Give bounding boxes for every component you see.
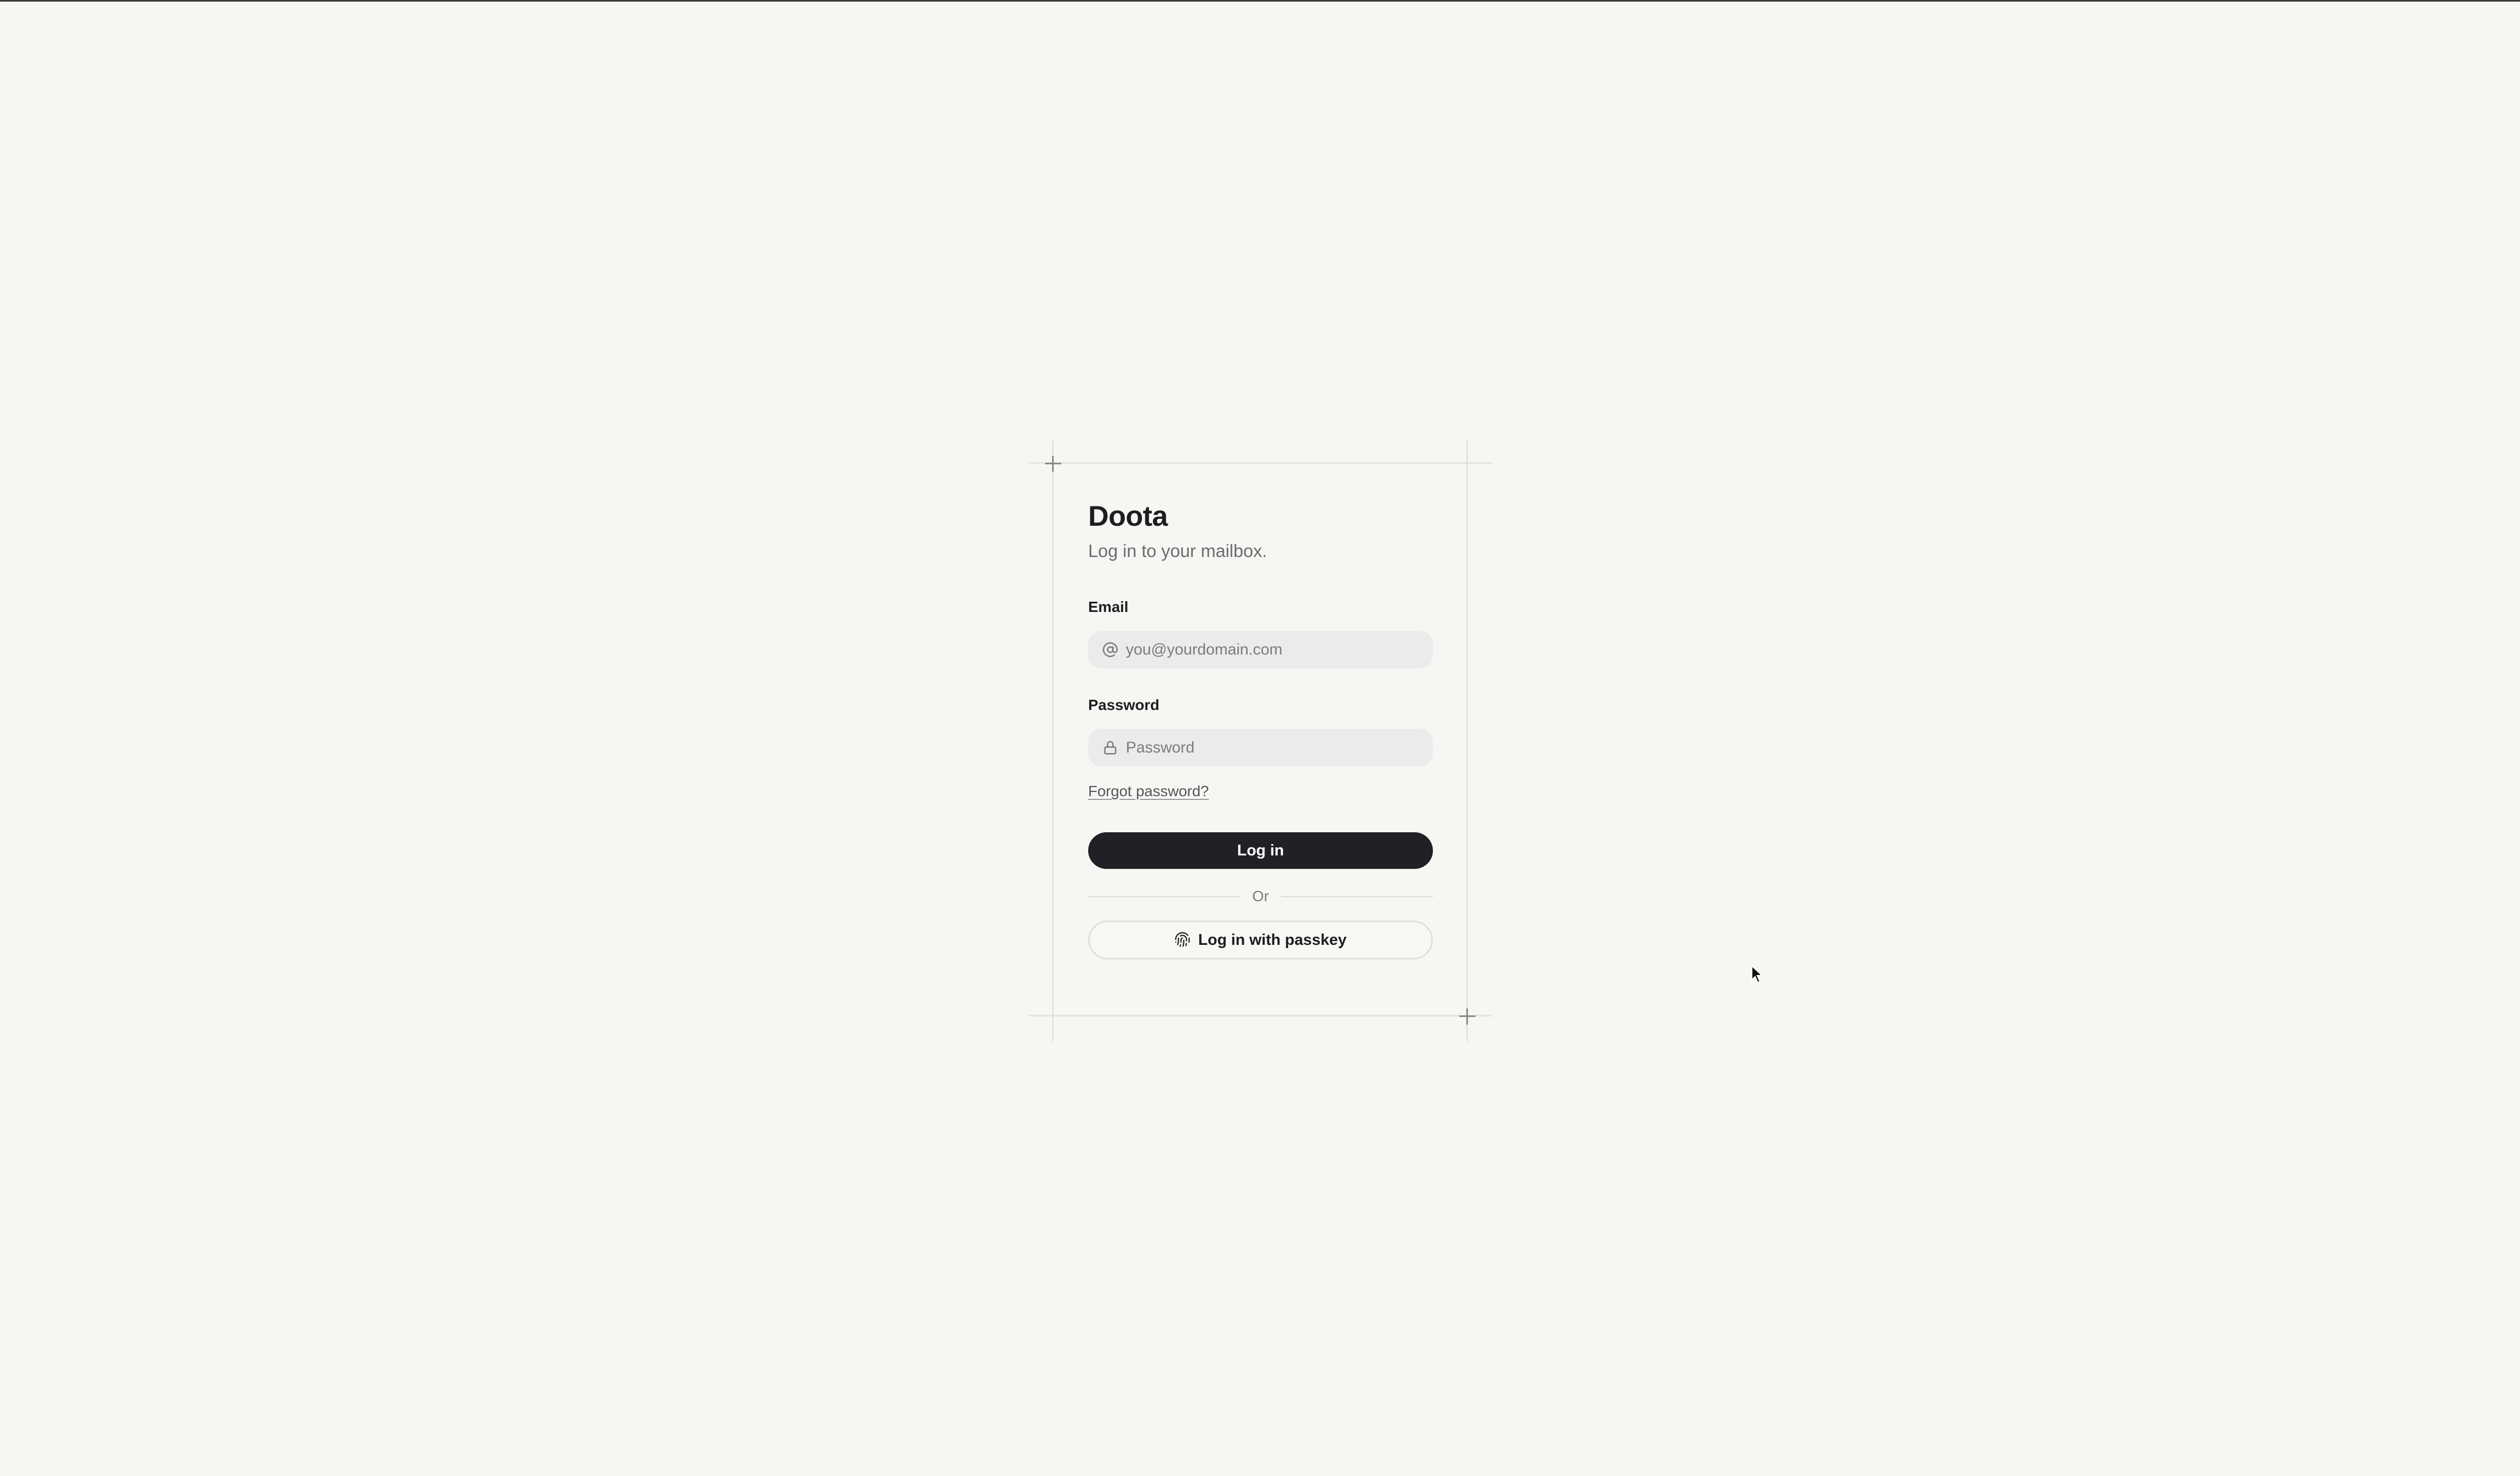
email-field[interactable]: [1126, 640, 1420, 659]
bottom-right-plus-icon: [1459, 1008, 1475, 1025]
login-subtitle: Log in to your mailbox.: [1088, 541, 1268, 561]
at-icon: [1101, 640, 1119, 659]
passkey-button-label: Log in with passkey: [1198, 931, 1347, 949]
divider-text: Or: [1252, 888, 1269, 904]
password-label: Password: [1088, 697, 1160, 713]
right-guide-line: [1466, 441, 1468, 1041]
password-field-wrapper[interactable]: [1088, 729, 1433, 767]
passkey-login-button[interactable]: Log in with passkey: [1088, 921, 1433, 959]
bottom-guide-line: [1029, 1015, 1492, 1017]
top-guide-line: [1029, 462, 1492, 464]
email-label: Email: [1088, 598, 1129, 615]
divider-line-left: [1088, 895, 1241, 897]
divider-line-right: [1280, 895, 1433, 897]
login-page: Doota Log in to your mailbox. Email Pass…: [0, 0, 2520, 1476]
login-card: Doota Log in to your mailbox. Email Pass…: [1088, 497, 1433, 959]
password-field[interactable]: [1126, 739, 1420, 757]
mouse-cursor-icon: [1751, 965, 1764, 984]
forgot-password-link[interactable]: Forgot password?: [1088, 782, 1209, 801]
left-guide-line: [1052, 441, 1054, 1041]
email-field-wrapper[interactable]: [1088, 631, 1433, 669]
or-divider: Or: [1088, 888, 1433, 904]
top-left-plus-icon: [1045, 456, 1061, 472]
fingerprint-icon: [1174, 931, 1192, 949]
brand-title: Doota: [1088, 500, 1168, 532]
lock-icon: [1101, 739, 1119, 757]
login-button[interactable]: Log in: [1088, 832, 1433, 869]
